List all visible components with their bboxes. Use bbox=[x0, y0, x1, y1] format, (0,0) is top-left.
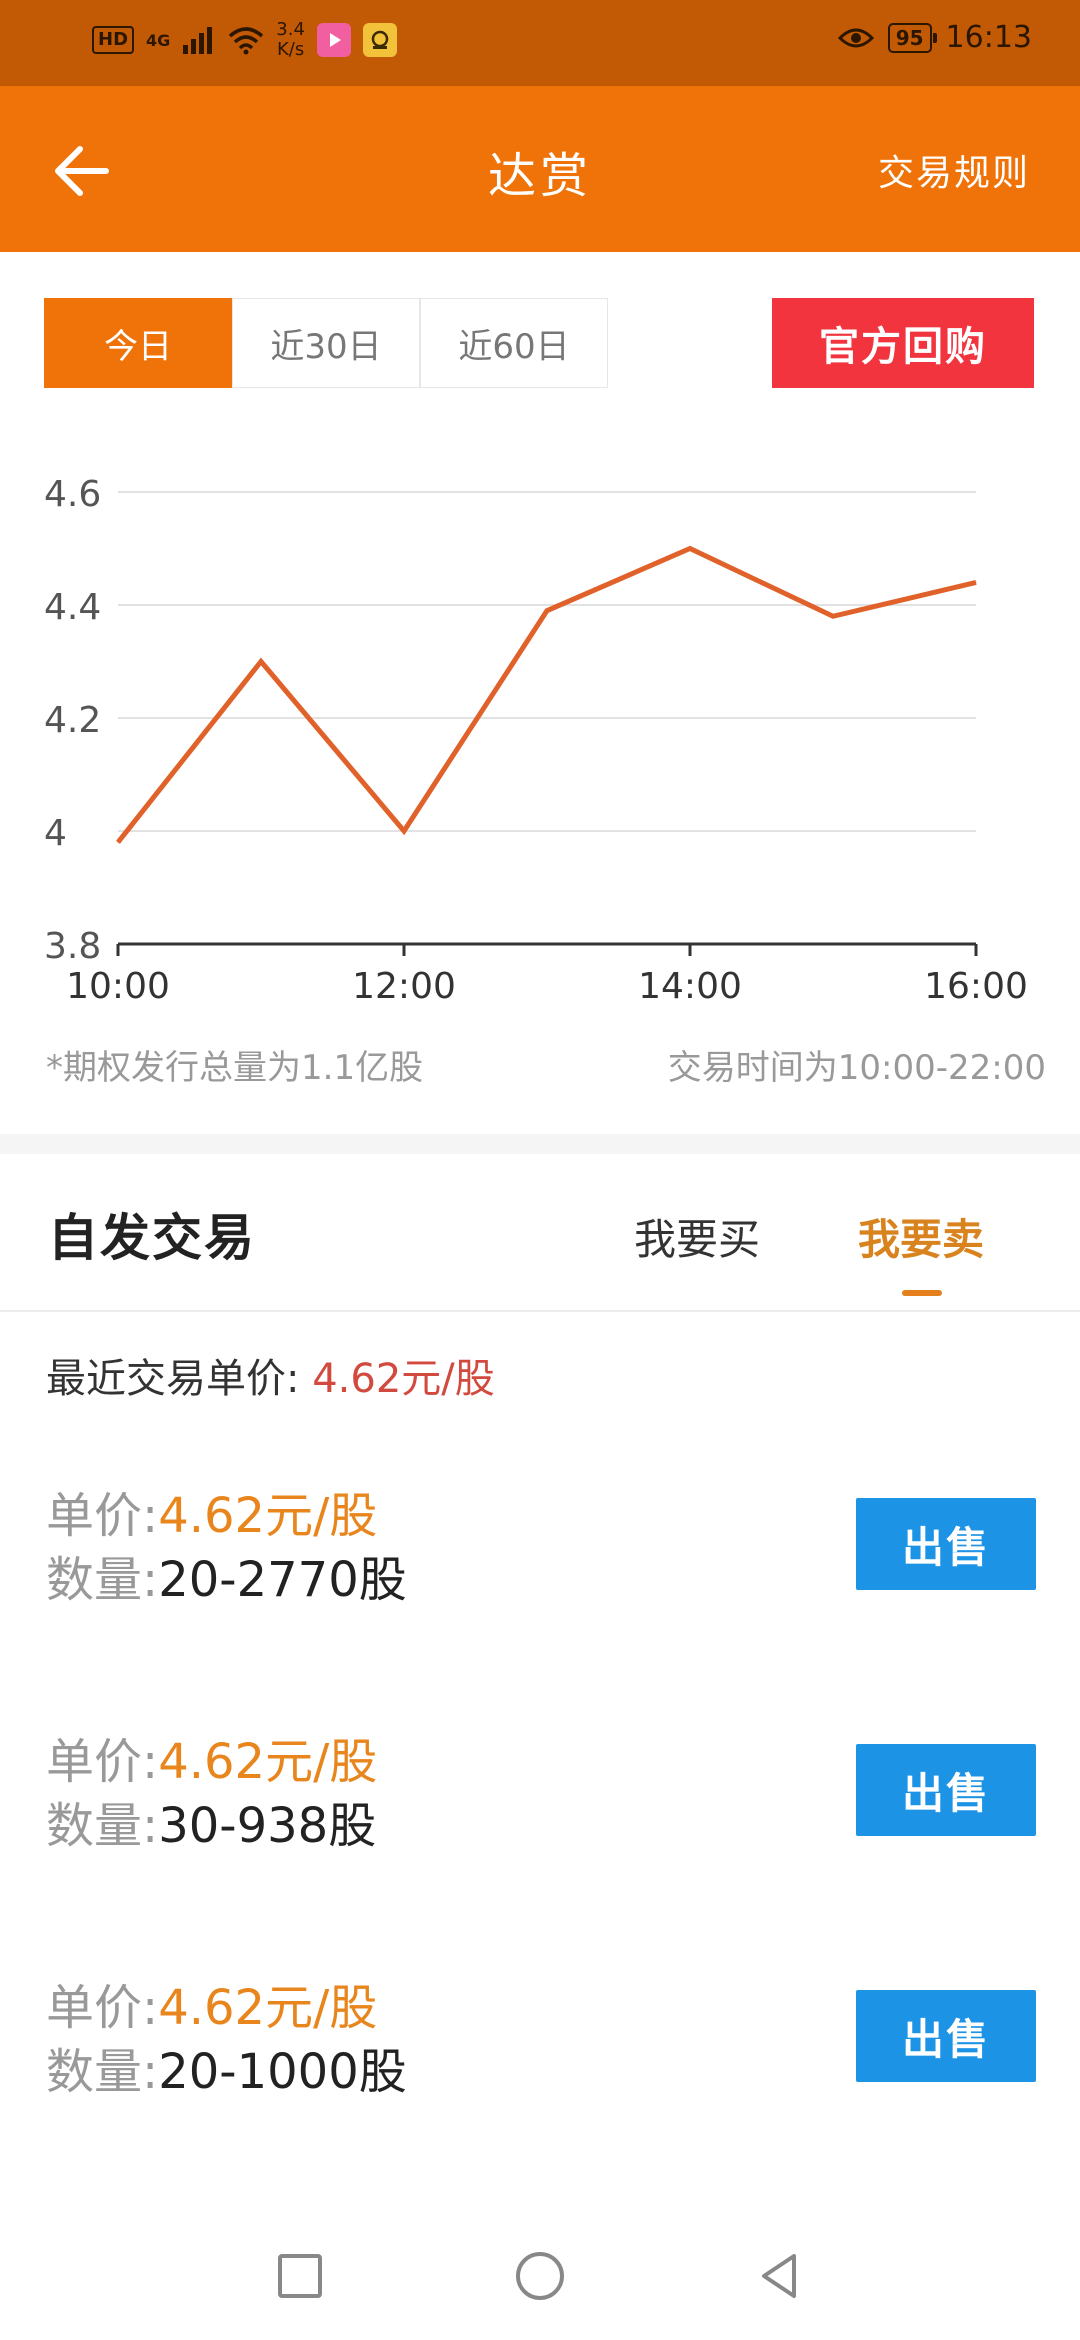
status-left: HD 4G 3.4 K/s bbox=[92, 20, 397, 60]
eye-comfort-icon bbox=[837, 28, 874, 47]
tab-sell[interactable]: 我要卖 bbox=[858, 1206, 990, 1267]
app-header: 达赏 交易规则 bbox=[0, 86, 1080, 252]
unit-price-value: 4.62元/股 bbox=[158, 1734, 378, 1790]
quantity-value: 20-2770股 bbox=[158, 1552, 407, 1608]
chart-notes: *期权发行总量为1.1亿股 交易时间为10:00-22:00 bbox=[46, 1040, 1046, 1089]
back-triangle-icon[interactable] bbox=[752, 2248, 808, 2304]
divider bbox=[0, 1310, 1080, 1312]
tab-buy[interactable]: 我要买 bbox=[634, 1206, 764, 1267]
data-point bbox=[546, 610, 548, 612]
data-point bbox=[832, 615, 834, 617]
status-right: 95 16:13 bbox=[837, 20, 1032, 55]
trading-rules-link[interactable]: 交易规则 bbox=[878, 144, 1030, 196]
data-point bbox=[975, 581, 977, 583]
listing-item: 单价: 4.62元/股 数量: 20-1000股 出售 bbox=[46, 1976, 1036, 2136]
clock: 16:13 bbox=[945, 20, 1032, 55]
active-tab-indicator bbox=[902, 1290, 942, 1296]
tab-today[interactable]: 今日 bbox=[44, 298, 232, 388]
y-tick-label: 4.6 bbox=[44, 474, 101, 515]
quantity-label: 数量: bbox=[46, 1798, 159, 1854]
total-issue-note: *期权发行总量为1.1亿股 bbox=[46, 1048, 424, 1088]
unit-price-label: 单价: bbox=[46, 1734, 159, 1790]
section-separator bbox=[0, 1134, 1080, 1154]
price-line-chart: 3.8 4 4.2 4.4 4.6 10:00 12:00 14:00 16:00 bbox=[44, 474, 1028, 1007]
unit-price-value: 4.62元/股 bbox=[158, 1980, 378, 2036]
x-tick-label: 12:00 bbox=[352, 966, 456, 1007]
y-tick-label: 4.2 bbox=[44, 700, 101, 741]
y-tick-label: 4.4 bbox=[44, 587, 101, 628]
tab-30-days[interactable]: 近30日 bbox=[232, 298, 420, 388]
data-point bbox=[689, 548, 691, 549]
trading-hours-note: 交易时间为10:00-22:00 bbox=[667, 1048, 1046, 1088]
unit-price-label: 单价: bbox=[46, 1488, 159, 1544]
self-trade-title: 自发交易 bbox=[48, 1209, 256, 1267]
battery-indicator: 95 bbox=[887, 22, 937, 53]
wifi-icon bbox=[229, 27, 264, 55]
data-point bbox=[403, 830, 405, 832]
network-speed: 3.4 K/s bbox=[276, 20, 305, 60]
x-tick-label: 10:00 bbox=[66, 966, 170, 1007]
data-point bbox=[117, 841, 119, 843]
tab-60-days[interactable]: 近60日 bbox=[420, 298, 608, 388]
quantity-value: 20-1000股 bbox=[158, 2044, 407, 2100]
signal-icon bbox=[183, 27, 213, 54]
network-type: 4G bbox=[146, 30, 171, 50]
sell-button[interactable]: 出售 bbox=[856, 1990, 1036, 2082]
y-tick-label: 3.8 bbox=[44, 926, 101, 967]
recent-price-row: 最近交易单价: 4.62元/股 bbox=[46, 1346, 495, 1404]
unit-price-label: 单价: bbox=[46, 1980, 159, 2036]
x-tick-label: 14:00 bbox=[638, 966, 742, 1007]
video-app-icon bbox=[316, 23, 351, 57]
data-point bbox=[260, 661, 262, 662]
quantity-label: 数量: bbox=[46, 2044, 159, 2100]
status-bar: HD 4G 3.4 K/s 95 16:13 bbox=[0, 0, 1080, 86]
app-notification-icon bbox=[362, 23, 397, 57]
y-tick-label: 4 bbox=[44, 813, 67, 854]
price-series-line bbox=[116, 545, 977, 844]
speed-value: 3.4 bbox=[276, 19, 305, 40]
sell-button[interactable]: 出售 bbox=[856, 1744, 1036, 1836]
home-circle-icon[interactable] bbox=[512, 2248, 568, 2304]
quantity-label: 数量: bbox=[46, 1552, 159, 1608]
unit-price-value: 4.62元/股 bbox=[158, 1488, 378, 1544]
speed-unit: K/s bbox=[276, 39, 305, 60]
quantity-value: 30-938股 bbox=[158, 1798, 377, 1854]
recent-price-label: 最近交易单价: bbox=[46, 1356, 300, 1402]
x-tick-label: 16:00 bbox=[924, 966, 1028, 1007]
system-nav-bar bbox=[0, 2218, 1080, 2340]
recent-price-value: 4.62元/股 bbox=[312, 1356, 495, 1402]
period-tabs: 今日 近30日 近60日 bbox=[44, 298, 608, 388]
official-buyback-button[interactable]: 官方回购 bbox=[772, 298, 1034, 388]
hd-indicator: HD bbox=[92, 26, 135, 54]
sell-button[interactable]: 出售 bbox=[856, 1498, 1036, 1590]
listing-item: 单价: 4.62元/股 数量: 30-938股 出售 bbox=[46, 1730, 1036, 1890]
recents-square-icon[interactable] bbox=[272, 2248, 328, 2304]
listing-item: 单价: 4.62元/股 数量: 20-2770股 出售 bbox=[46, 1484, 1036, 1644]
